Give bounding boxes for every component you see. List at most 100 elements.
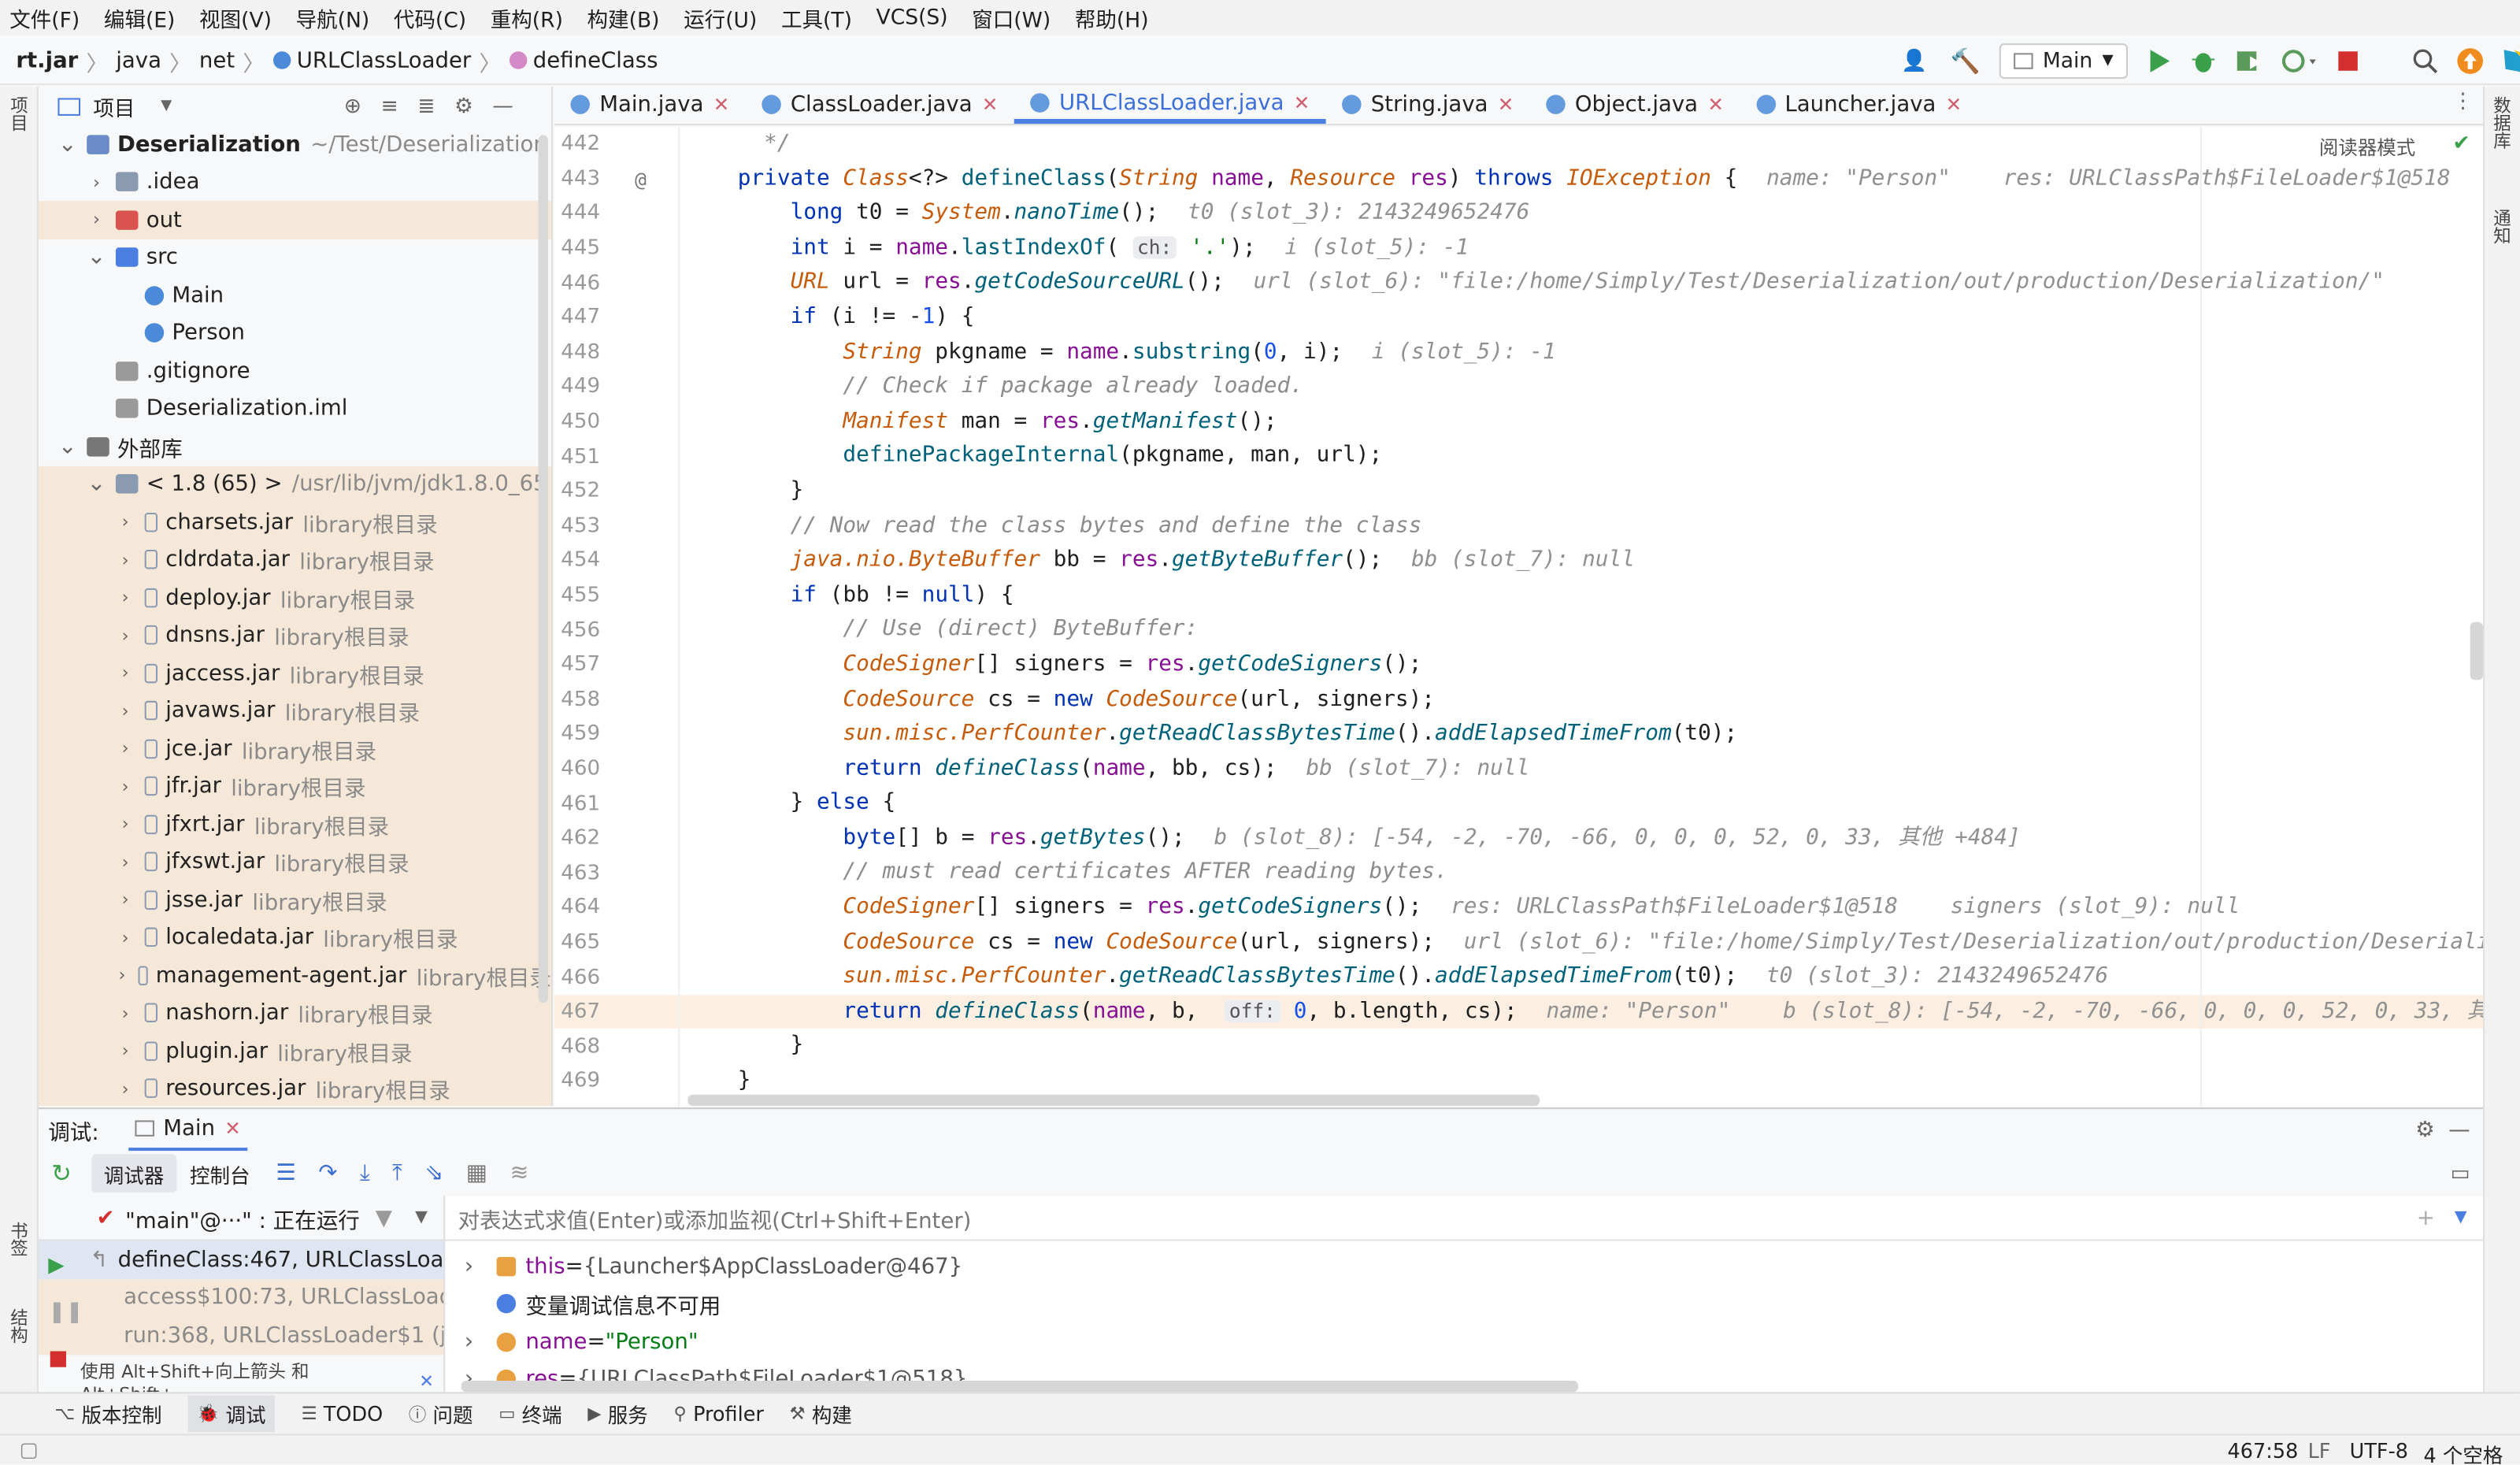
- chevron-icon[interactable]: ›: [116, 625, 135, 646]
- menu-item[interactable]: VCS(S): [876, 6, 948, 30]
- tree-scrollbar[interactable]: [538, 135, 548, 1003]
- menu-item[interactable]: 帮助(H): [1075, 2, 1149, 33]
- user-icon[interactable]: 👤: [1896, 45, 1932, 77]
- chevron-icon[interactable]: ›: [116, 549, 135, 570]
- menu-item[interactable]: 重构(R): [491, 2, 563, 33]
- breadcrumb-item[interactable]: net: [199, 47, 235, 73]
- reader-mode-toggle[interactable]: 阅读器模式: [2319, 133, 2415, 161]
- tree-item[interactable]: › charsets.jar library根目录: [38, 503, 551, 541]
- tree-item[interactable]: .gitignore: [39, 352, 551, 390]
- menu-item[interactable]: 视图(V): [199, 2, 272, 33]
- tree-item[interactable]: › jce.jar library根目录: [38, 729, 551, 768]
- panel-toggle-icon[interactable]: ▢: [19, 1437, 38, 1461]
- database-tool-icon[interactable]: 数据库: [2491, 96, 2514, 176]
- breadcrumb-item[interactable]: URLClassLoader: [297, 47, 472, 73]
- tab-console[interactable]: 控制台: [177, 1154, 263, 1192]
- toolwindow-3[interactable]: ⓘ 问题: [409, 1398, 473, 1429]
- chevron-down-icon[interactable]: ▼: [161, 98, 172, 113]
- chevron-icon[interactable]: ›: [116, 587, 135, 608]
- thread-selector[interactable]: ✔ "main"@···" : 正在运行 ▼ ▼: [38, 1196, 444, 1241]
- menu-item[interactable]: 代码(C): [394, 2, 466, 33]
- run-config-selector[interactable]: Main ▼: [1999, 43, 2128, 79]
- add-watch-icon[interactable]: +: [2417, 1205, 2435, 1231]
- stack-frame[interactable]: run:368, URLClassLoader$1 (java.: [38, 1316, 444, 1355]
- build-hammer-icon[interactable]: 🔨: [1947, 45, 1983, 77]
- tree-item[interactable]: › dnsns.jar library根目录: [38, 616, 551, 655]
- toolwindow-7[interactable]: ⚒ 构建: [790, 1398, 852, 1429]
- variable-row[interactable]: › name = "Person": [445, 1323, 2483, 1361]
- menu-item[interactable]: 窗口(W): [972, 2, 1051, 33]
- horizontal-scrollbar[interactable]: [687, 1094, 1540, 1107]
- chevron-icon[interactable]: ›: [116, 889, 135, 911]
- close-icon[interactable]: ✕: [224, 1116, 241, 1139]
- toolwindow-5[interactable]: ▶ 服务: [587, 1398, 647, 1429]
- close-icon[interactable]: ✕: [1498, 93, 1514, 116]
- toolwindow-2[interactable]: ☰ TODO: [301, 1402, 383, 1426]
- tree-item[interactable]: › .idea: [39, 163, 551, 201]
- vars-scrollbar[interactable]: [461, 1381, 1579, 1393]
- chevron-icon[interactable]: ›: [116, 927, 135, 948]
- evaluate-expression-input[interactable]: 对表达式求值(Enter)或添加监视(Ctrl+Shift+Enter) + ▼: [445, 1196, 2484, 1241]
- update-icon[interactable]: [2455, 46, 2485, 76]
- chevron-icon[interactable]: ⌄: [57, 434, 77, 460]
- stack-frame[interactable]: access$100:73, URLClassLoader (j: [38, 1278, 444, 1317]
- step-into-icon[interactable]: ⤓: [360, 1160, 370, 1186]
- chevron-right-icon[interactable]: ›: [445, 1253, 477, 1279]
- structure-tool-icon[interactable]: 结构: [8, 1308, 31, 1366]
- project-tool-icon[interactable]: 项目: [8, 96, 31, 161]
- tree-item[interactable]: › jfxswt.jar library根目录: [38, 843, 551, 881]
- tab-urlclassloader[interactable]: URLClassLoader.java ✕: [1014, 85, 1326, 124]
- chevron-icon[interactable]: ⌄: [87, 471, 106, 497]
- tree-item[interactable]: › out: [38, 201, 551, 239]
- variable-row[interactable]: 变量调试信息不可用: [445, 1285, 2483, 1323]
- chevron-icon[interactable]: ›: [116, 1040, 135, 1062]
- gear-icon[interactable]: ⚙: [2415, 1116, 2435, 1142]
- tree-item[interactable]: ⌄ < 1.8 (65) > /usr/lib/jvm/jdk1.8.0_65: [38, 465, 551, 503]
- close-icon[interactable]: ✕: [713, 93, 730, 116]
- chevron-icon[interactable]: ›: [116, 662, 135, 684]
- indent-setting[interactable]: 4 个空格: [2424, 1439, 2503, 1465]
- close-icon[interactable]: ✕: [1294, 91, 1310, 113]
- toolwindow-4[interactable]: ▭ 终端: [498, 1398, 561, 1429]
- tree-item[interactable]: › localedata.jar library根目录: [38, 918, 551, 957]
- caret-position[interactable]: 467:58: [2228, 1439, 2299, 1463]
- line-separator[interactable]: LF: [2308, 1439, 2331, 1463]
- close-icon[interactable]: ✕: [982, 93, 999, 116]
- debug-session-tab[interactable]: Main ✕: [128, 1108, 247, 1151]
- layout-icon[interactable]: ▭: [2451, 1161, 2470, 1185]
- stop-icon[interactable]: ■: [48, 1347, 83, 1371]
- run-to-cursor-icon[interactable]: ⇘: [424, 1160, 443, 1186]
- menu-item[interactable]: 导航(N): [296, 2, 370, 33]
- chevron-icon[interactable]: ›: [116, 814, 135, 835]
- tree-item[interactable]: Deserialization.iml: [39, 390, 551, 428]
- chevron-icon[interactable]: ›: [116, 965, 128, 986]
- tree-item[interactable]: › management-agent.jar library根目录: [38, 956, 551, 995]
- project-view-selector[interactable]: 项目: [93, 91, 135, 121]
- toolwindow-1[interactable]: 🐞 调试: [187, 1395, 276, 1433]
- tab-string[interactable]: String.java ✕: [1326, 85, 1530, 124]
- close-icon[interactable]: ✕: [1946, 93, 1962, 116]
- menu-item[interactable]: 构建(B): [587, 2, 660, 33]
- menu-item[interactable]: 编辑(E): [104, 2, 176, 33]
- tree-item[interactable]: › jfxrt.jar library根目录: [38, 805, 551, 844]
- gear-icon[interactable]: ⚙: [454, 94, 473, 118]
- tab-launcher[interactable]: Launcher.java ✕: [1740, 85, 1977, 124]
- chevron-icon[interactable]: ›: [116, 1003, 135, 1024]
- chevron-icon[interactable]: ›: [116, 851, 135, 873]
- locate-icon[interactable]: ⊕: [344, 94, 361, 118]
- notifications-tool-icon[interactable]: 通知: [2491, 209, 2514, 273]
- coverage-icon[interactable]: [2234, 46, 2263, 76]
- tree-item[interactable]: › jaccess.jar library根目录: [38, 654, 551, 692]
- menu-item[interactable]: 运行(U): [684, 2, 757, 33]
- profiler-icon[interactable]: [2279, 46, 2318, 76]
- tree-item[interactable]: › nashorn.jar library根目录: [38, 994, 551, 1033]
- tree-item[interactable]: › jfr.jar library根目录: [38, 767, 551, 806]
- stop-icon[interactable]: [2333, 46, 2362, 76]
- minimize-icon[interactable]: —: [2448, 1116, 2470, 1142]
- step-over-icon[interactable]: ↷: [318, 1160, 337, 1186]
- breadcrumb-item[interactable]: java: [116, 47, 161, 73]
- chevron-right-icon[interactable]: ›: [445, 1329, 477, 1355]
- trace-icon[interactable]: ≋: [510, 1160, 529, 1186]
- chevron-icon[interactable]: ›: [87, 172, 106, 193]
- file-encoding[interactable]: UTF-8: [2350, 1439, 2408, 1463]
